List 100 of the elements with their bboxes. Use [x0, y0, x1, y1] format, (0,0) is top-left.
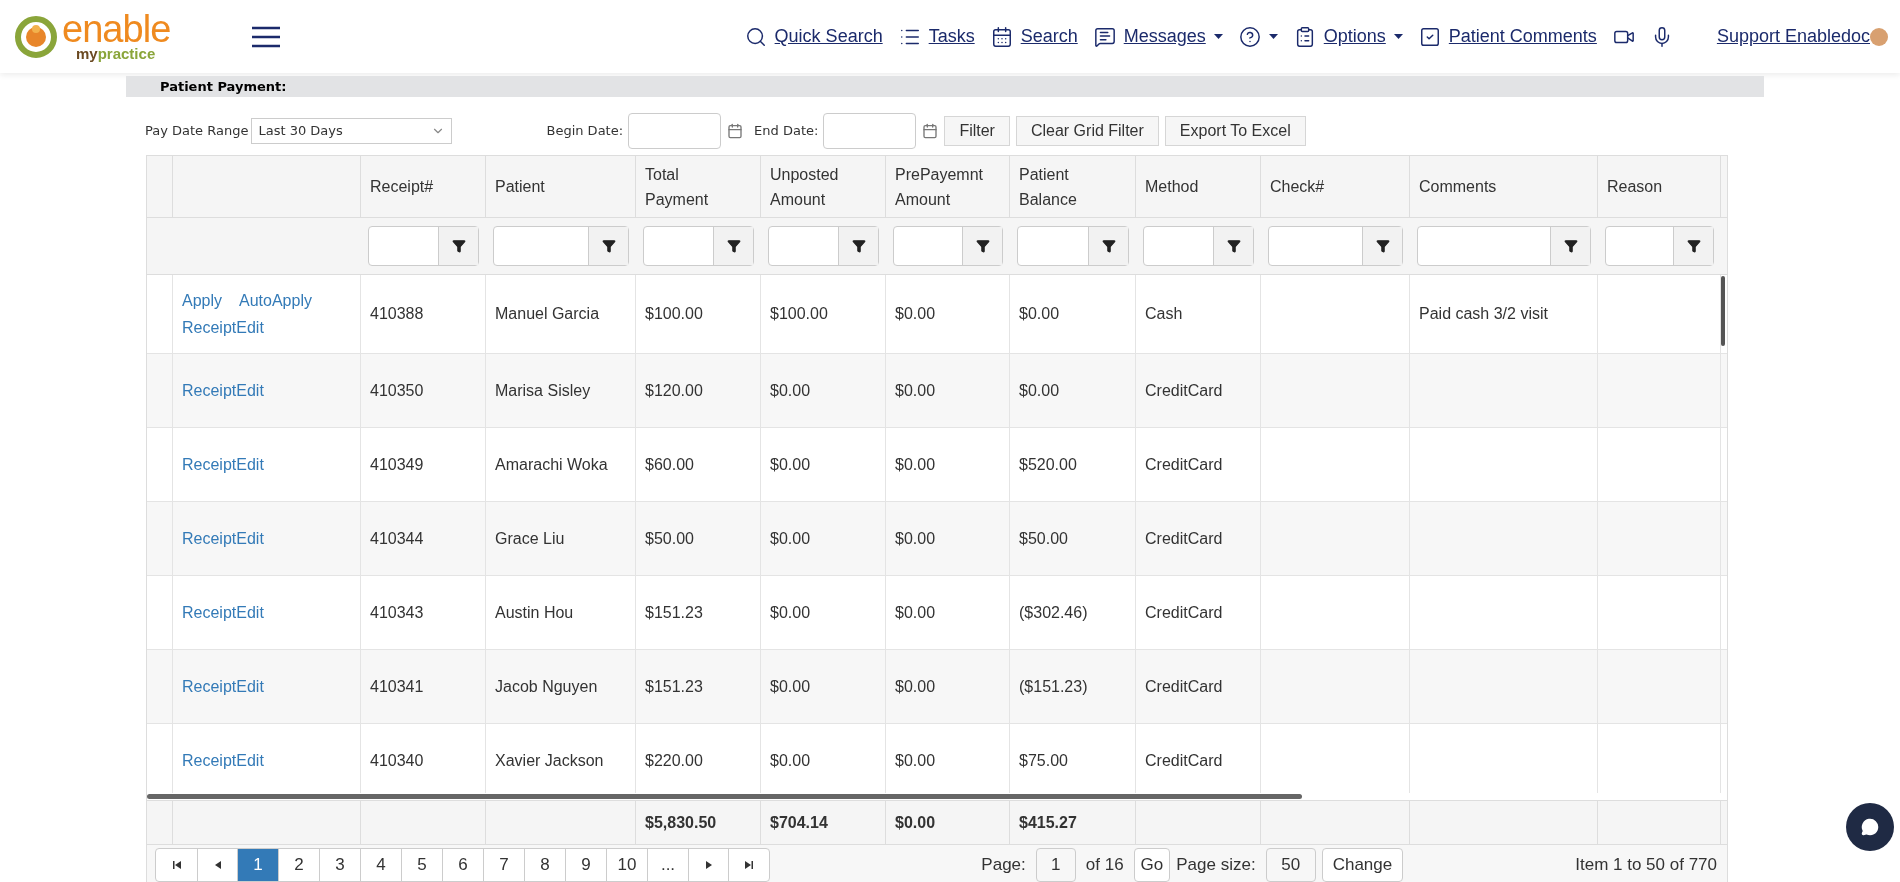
filter-field[interactable]: [1605, 226, 1714, 266]
item-range-text: Item 1 to 50 of 770: [1575, 854, 1717, 877]
page-button[interactable]: 6: [443, 849, 484, 881]
change-button[interactable]: Change: [1321, 848, 1404, 882]
messages-icon[interactable]: [1093, 25, 1116, 48]
begin-date-label: Begin Date:: [546, 122, 624, 141]
column-header[interactable]: Check#: [1270, 174, 1325, 199]
row-action-link[interactable]: Edit: [236, 377, 264, 404]
toolbar-button[interactable]: Filter: [944, 116, 1010, 146]
filter-icon[interactable]: [1101, 239, 1116, 253]
total-cell-text: $704.14: [770, 812, 828, 833]
row-action-link[interactable]: Edit: [236, 451, 264, 478]
column-header[interactable]: Patient Balance: [1019, 161, 1077, 212]
table-cell-text: CreditCard: [1145, 602, 1223, 623]
filter-field[interactable]: [368, 226, 479, 266]
range-dropdown[interactable]: Last 30 Days: [251, 118, 453, 144]
row-action-link[interactable]: Receipt: [182, 747, 237, 774]
row-action-link[interactable]: Receipt: [182, 599, 237, 626]
filter-field[interactable]: [768, 226, 879, 266]
filter-icon[interactable]: [975, 239, 990, 253]
column-header[interactable]: Method: [1145, 174, 1199, 199]
row-action-link[interactable]: Receipt: [182, 314, 237, 341]
begin-date-field[interactable]: [628, 113, 722, 149]
chat-button[interactable]: [1846, 803, 1894, 851]
nav-link[interactable]: Options: [1323, 23, 1386, 50]
table-cell-text: $0.00: [895, 304, 936, 324]
table-cell-text: $0.00: [1019, 380, 1060, 401]
row-action-link[interactable]: AutoApply: [239, 287, 350, 314]
table-cell-text: $0.00: [770, 528, 811, 549]
search-icon[interactable]: [744, 25, 767, 48]
row-action-link[interactable]: Edit: [236, 314, 264, 341]
column-header[interactable]: PrePayemnt Amount: [895, 161, 984, 212]
row-action-link[interactable]: Edit: [236, 525, 264, 552]
page-size-field[interactable]: 50: [1265, 848, 1316, 882]
toolbar-button[interactable]: Export To Excel: [1164, 116, 1306, 146]
column-header[interactable]: Reason: [1607, 174, 1663, 199]
user-link[interactable]: Support Enabledoc: [1716, 23, 1870, 50]
page-field[interactable]: 1: [1035, 848, 1076, 882]
page-button[interactable]: 8: [525, 849, 566, 881]
horizontal-scrollbar[interactable]: [147, 794, 1302, 799]
last-page-icon: [745, 861, 753, 869]
filter-field[interactable]: [1268, 226, 1403, 266]
row-action-link[interactable]: Edit: [236, 599, 264, 626]
page-button[interactable]: 2: [279, 849, 320, 881]
row-action-link[interactable]: Apply: [182, 287, 223, 314]
row-action-link[interactable]: Receipt: [182, 525, 237, 552]
page-button[interactable]: 5: [402, 849, 443, 881]
column-header[interactable]: Patient: [495, 174, 545, 199]
row-action-link[interactable]: Edit: [236, 747, 264, 774]
filter-icon[interactable]: [451, 239, 466, 253]
filter-icon[interactable]: [601, 239, 616, 253]
page-button[interactable]: 10: [607, 849, 648, 881]
page-button[interactable]: 3: [320, 849, 361, 881]
nav-link[interactable]: Tasks: [928, 23, 975, 50]
nav-link[interactable]: Messages: [1123, 23, 1206, 50]
table-cell-text: 410340: [370, 750, 424, 771]
column-header[interactable]: Total Payment: [645, 161, 709, 212]
column-header[interactable]: Unposted Amount: [770, 161, 839, 212]
comments-icon[interactable]: [1418, 25, 1441, 48]
page-button[interactable]: 4: [361, 849, 402, 881]
vertical-scrollbar[interactable]: [1721, 276, 1725, 346]
page-button[interactable]: ...: [648, 849, 689, 881]
column-header[interactable]: Receipt#: [370, 174, 434, 199]
filter-icon[interactable]: [1563, 239, 1578, 253]
filter-icon[interactable]: [1226, 239, 1241, 253]
table-cell-text: 410349: [370, 454, 424, 475]
filter-field[interactable]: [1417, 226, 1591, 266]
row-action-link[interactable]: Receipt: [182, 673, 237, 700]
filter-icon[interactable]: [1686, 239, 1701, 253]
filter-field[interactable]: [893, 226, 1003, 266]
help-icon[interactable]: [1238, 25, 1261, 48]
page-button[interactable]: 9: [566, 849, 607, 881]
filter-field[interactable]: [493, 226, 629, 266]
table-cell-text: Austin Hou: [495, 602, 574, 623]
page-button[interactable]: 7: [484, 849, 525, 881]
filter-icon[interactable]: [851, 239, 866, 253]
end-date-field[interactable]: [823, 113, 917, 149]
row-action-link[interactable]: Receipt: [182, 377, 237, 404]
calendar-icon[interactable]: [990, 25, 1013, 48]
row-action-link[interactable]: Receipt: [182, 451, 237, 478]
filter-field[interactable]: [1143, 226, 1254, 266]
nav-link[interactable]: Quick Search: [774, 23, 883, 50]
table-cell-text: $0.00: [770, 602, 811, 623]
table-cell-text: 410343: [370, 602, 424, 623]
table-cell-text: $151.23: [645, 676, 703, 697]
nav-link[interactable]: Search: [1020, 23, 1078, 50]
table-cell-text: $100.00: [770, 304, 828, 324]
nav-link[interactable]: Patient Comments: [1448, 23, 1597, 50]
table-cell-text: CreditCard: [1145, 380, 1223, 401]
toolbar-button[interactable]: Clear Grid Filter: [1015, 116, 1159, 146]
go-button[interactable]: Go: [1133, 848, 1171, 882]
page-count: of 16: [1085, 854, 1124, 877]
row-action-link[interactable]: Edit: [236, 673, 264, 700]
menu-icon[interactable]: [252, 25, 281, 48]
filter-icon[interactable]: [1375, 239, 1390, 253]
filter-field[interactable]: [643, 226, 754, 266]
column-header[interactable]: Comments: [1419, 174, 1497, 199]
filter-icon[interactable]: [726, 239, 741, 253]
filter-field[interactable]: [1017, 226, 1129, 266]
page-button[interactable]: 1: [238, 849, 279, 881]
